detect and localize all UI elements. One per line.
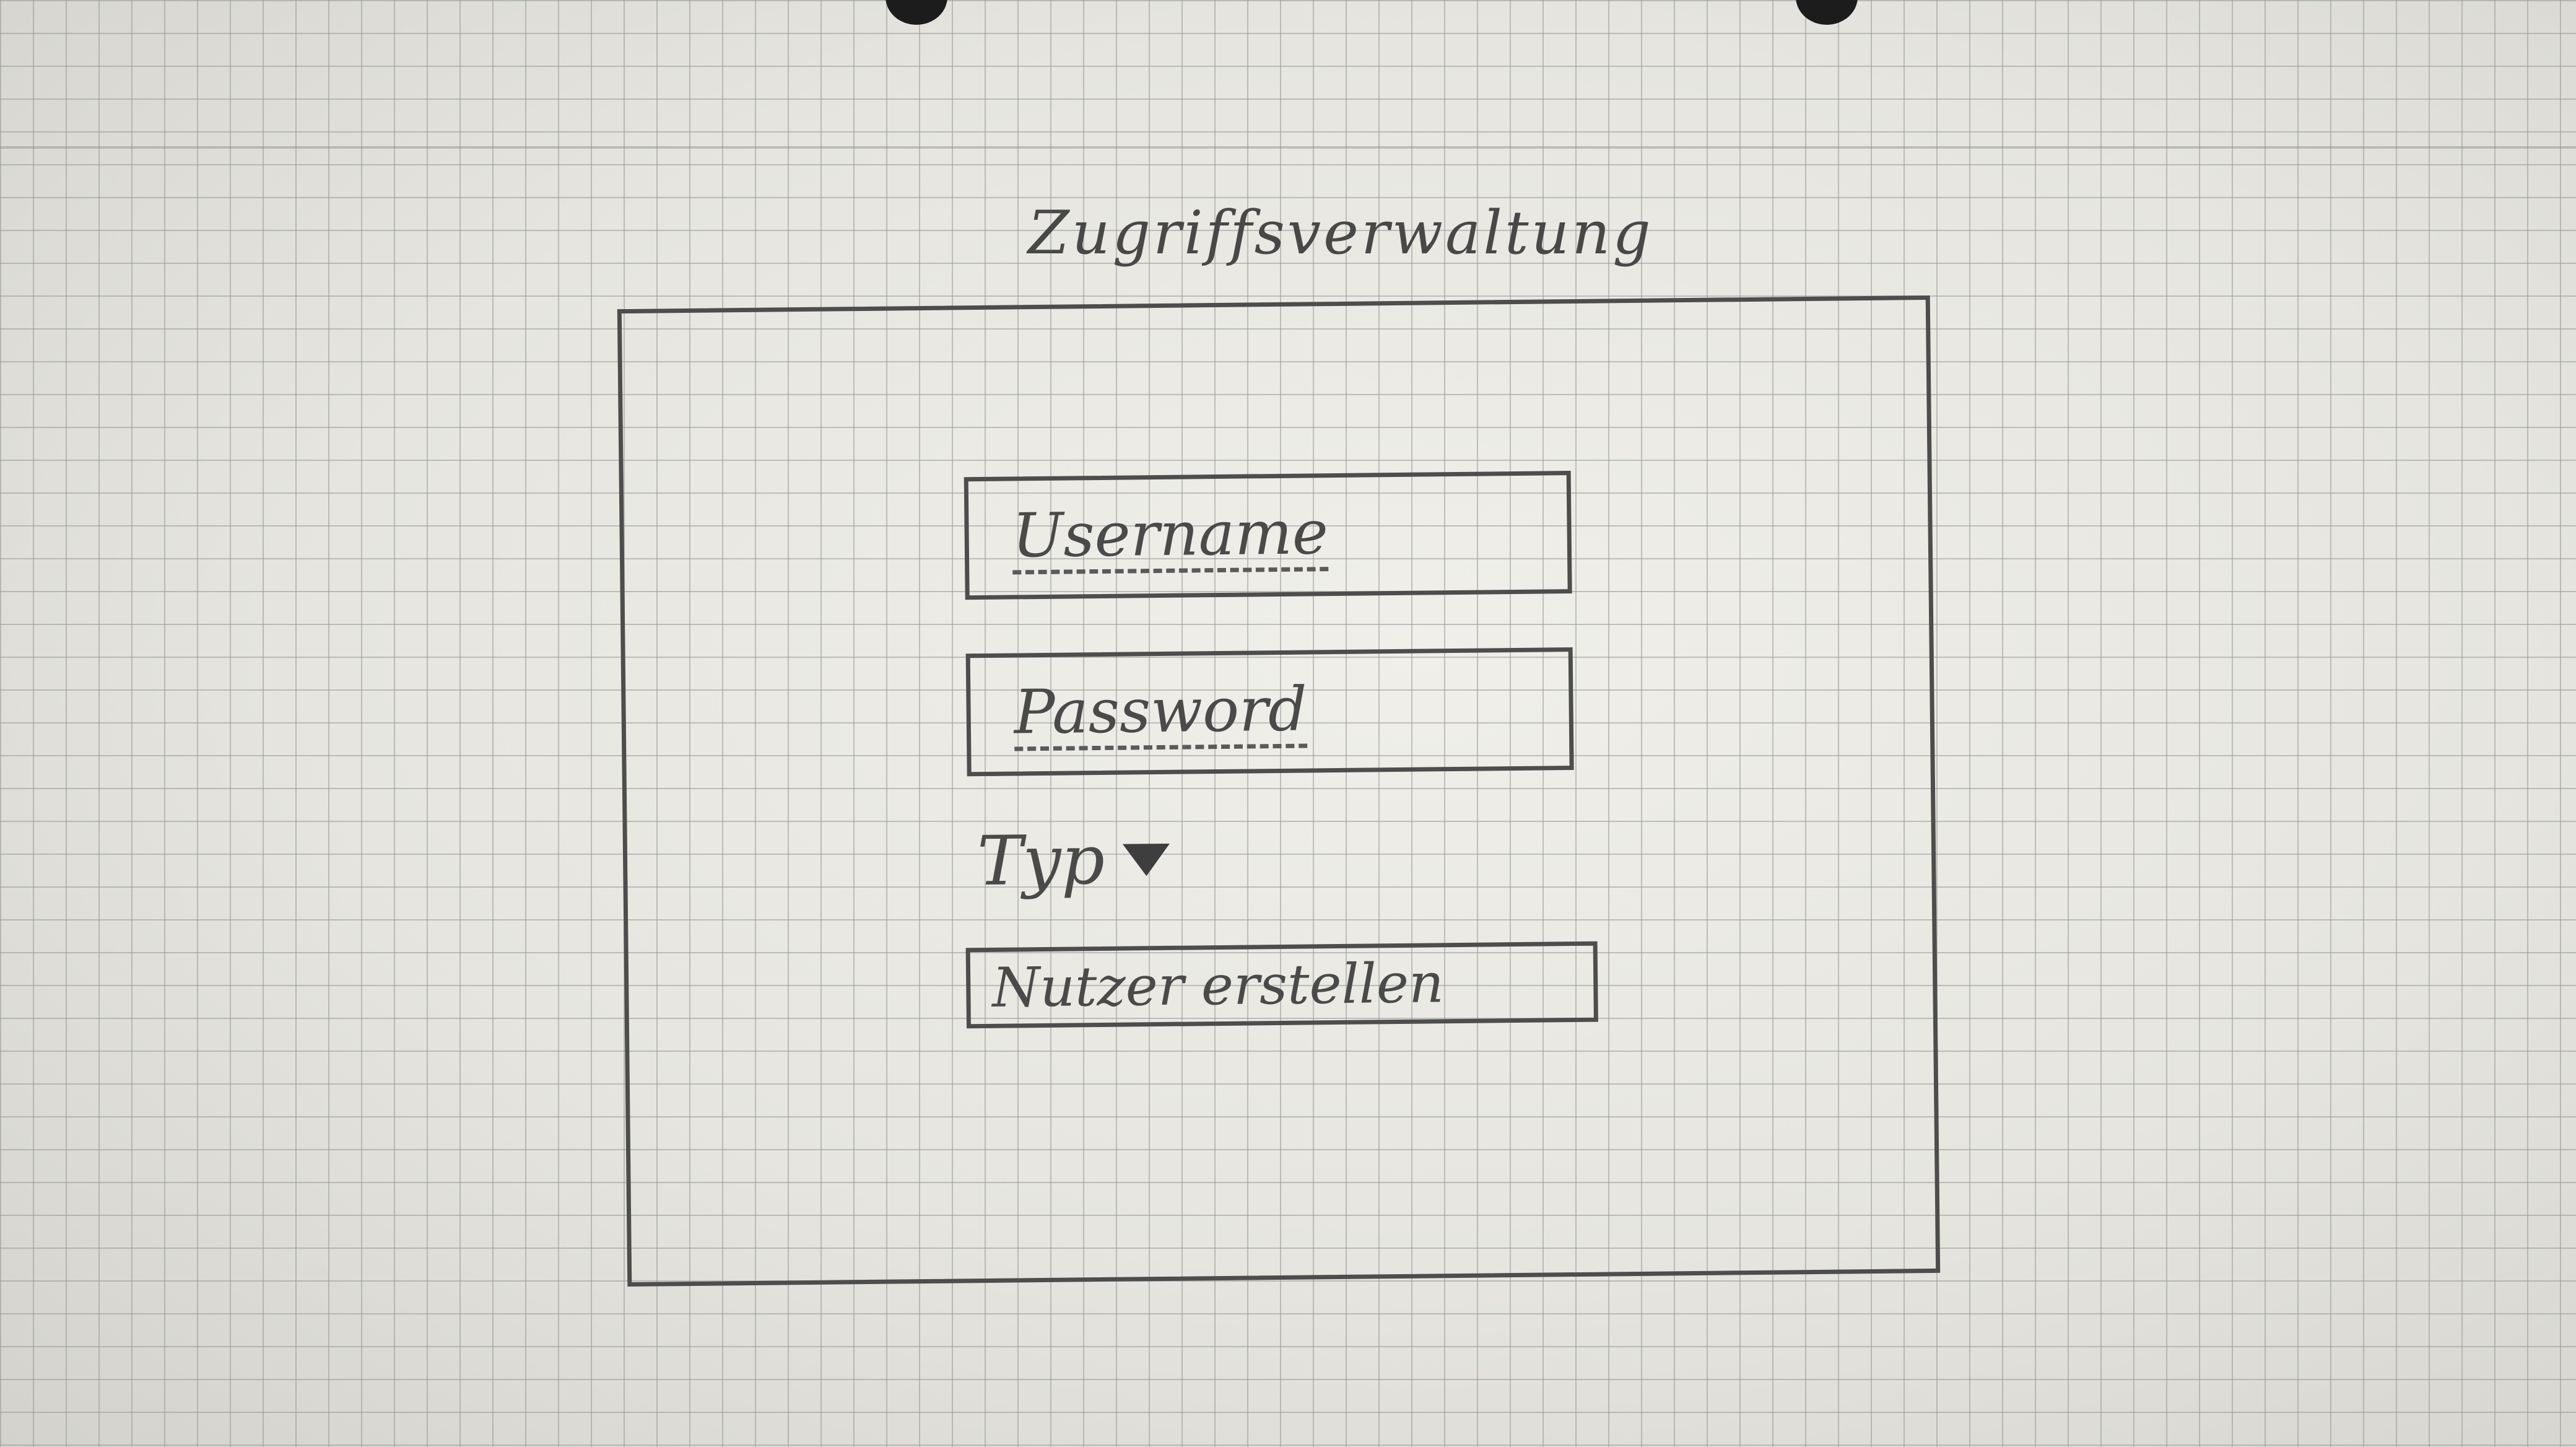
create-user-button-label: Nutzer erstellen	[991, 951, 1445, 1020]
paper-margin-line	[0, 146, 2576, 149]
password-input[interactable]: Password	[965, 647, 1574, 777]
create-user-button[interactable]: Nutzer erstellen	[965, 941, 1598, 1029]
username-input[interactable]: Username	[964, 471, 1572, 600]
type-dropdown[interactable]: Typ	[977, 820, 1256, 914]
triangle-down-icon	[1122, 843, 1170, 877]
username-placeholder: Username	[1012, 497, 1329, 575]
page-title: Zugriffsverwaltung	[1028, 198, 1653, 268]
punch-hole-left	[886, 0, 947, 25]
password-placeholder: Password	[1014, 675, 1308, 751]
login-window-frame: Username Password Typ Nutzer erstellen	[617, 295, 1941, 1287]
punch-hole-right	[1796, 0, 1858, 25]
type-dropdown-label: Typ	[977, 820, 1105, 901]
